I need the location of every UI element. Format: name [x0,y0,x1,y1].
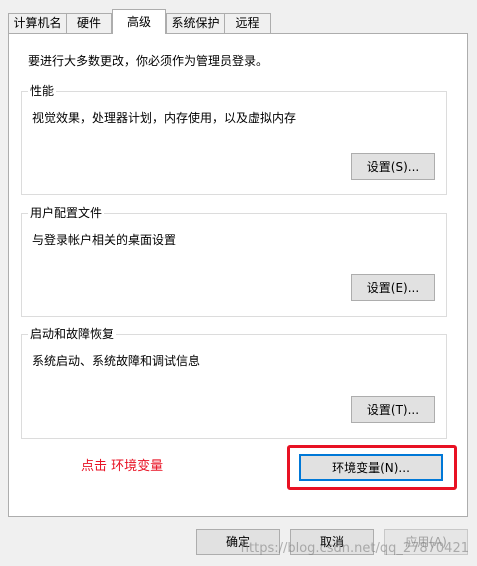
tab-advanced[interactable]: 高级 [112,9,166,34]
performance-settings-button[interactable]: 设置(S)... [351,153,435,180]
startup-recovery-settings-button[interactable]: 设置(T)... [351,396,435,423]
startup-recovery-title: 启动和故障恢复 [28,326,117,342]
tab-computer-name[interactable]: 计算机名 [8,13,67,33]
startup-recovery-description: 系统启动、系统故障和调试信息 [32,354,201,368]
performance-group: 性能 视觉效果，处理器计划，内存使用，以及虚拟内存 设置(S)... [21,83,447,195]
click-annotation: 点击 环境变量 [81,459,164,474]
user-profiles-settings-button[interactable]: 设置(E)... [351,274,435,301]
admin-note: 要进行大多数更改，你必须作为管理员登录。 [28,54,269,68]
tab-remote[interactable]: 远程 [224,13,271,33]
user-profiles-group: 用户配置文件 与登录帐户相关的桌面设置 设置(E)... [21,205,447,317]
tab-system-protection[interactable]: 系统保护 [166,13,225,33]
performance-title: 性能 [28,83,57,99]
watermark: https://blog.csdn.net/qq_27870421 [240,541,469,556]
startup-recovery-group: 启动和故障恢复 系统启动、系统故障和调试信息 设置(T)... [21,326,447,439]
advanced-tab-panel: 要进行大多数更改，你必须作为管理员登录。 性能 视觉效果，处理器计划，内存使用，… [8,33,468,517]
user-profiles-title: 用户配置文件 [28,205,105,221]
user-profiles-description: 与登录帐户相关的桌面设置 [32,233,177,247]
tab-hardware[interactable]: 硬件 [66,13,112,33]
environment-variables-button[interactable]: 环境变量(N)... [299,454,443,481]
performance-description: 视觉效果，处理器计划，内存使用，以及虚拟内存 [32,111,297,125]
